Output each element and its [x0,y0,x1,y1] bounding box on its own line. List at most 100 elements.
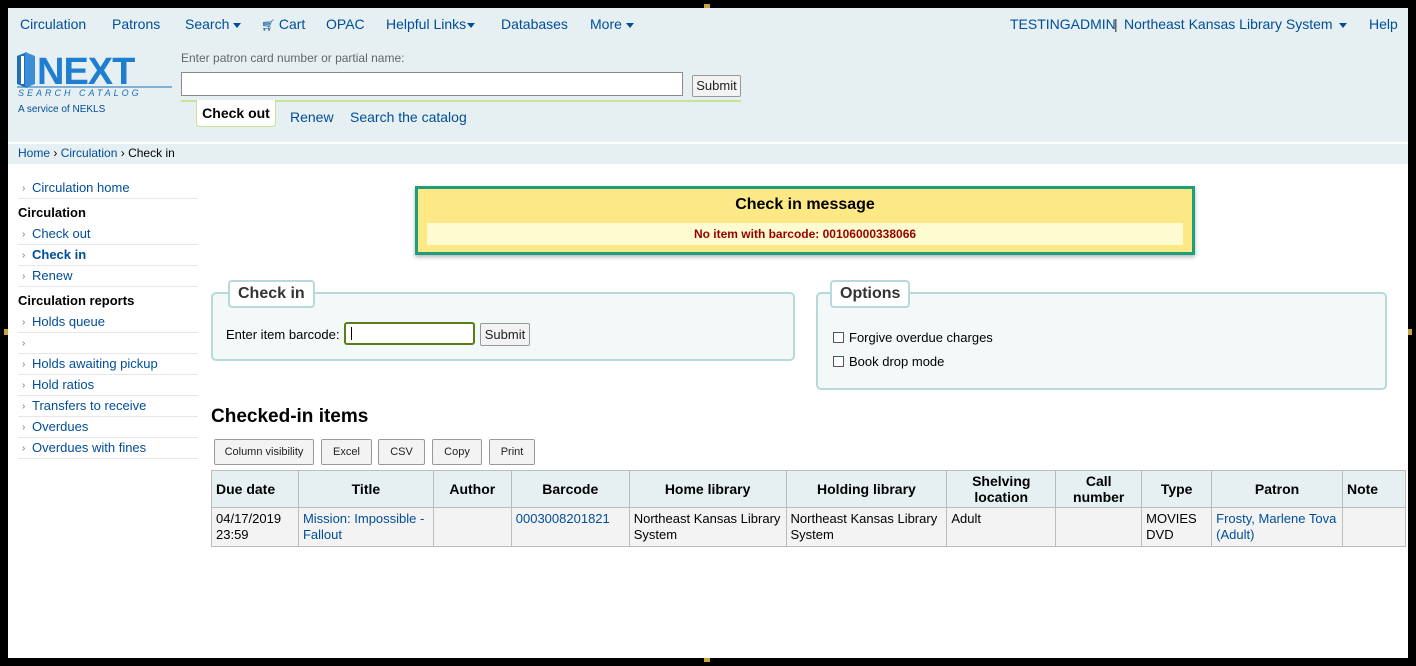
sidebar-item-holds-awaiting-pickup[interactable]: › Holds awaiting pickup [18,354,198,375]
breadcrumb-circulation[interactable]: Circulation [61,146,118,160]
chevron-down-icon [233,22,242,28]
nav-helpful-links-label: Helpful Links [386,16,467,32]
book-drop-checkbox[interactable] [833,356,844,367]
column-header-type[interactable]: Type [1141,470,1213,508]
chevron-right-icon: › [22,401,26,412]
column-header-holding-library[interactable]: Holding library [785,470,948,508]
sidebar-item-holds-queue[interactable]: › Holds queue [18,312,198,333]
tab-check-out[interactable]: Check out [196,100,276,127]
barcode-submit-button[interactable]: Submit [480,323,530,346]
column-header-shelving-location[interactable]: Shelving location [946,470,1057,508]
barcode-input[interactable] [344,322,475,345]
logo-subtitle: A service of NEKLS [18,104,106,115]
check-in-message-title: Check in message [735,196,875,213]
forgive-overdue-checkbox[interactable] [833,332,844,343]
column-header-home-library[interactable]: Home library [628,470,787,508]
column-header-patron[interactable]: Patron [1211,470,1343,508]
sidebar-item-check-out[interactable]: › Check out [18,224,198,245]
cell-author [432,507,512,547]
sidebar-item-transfers-to-receive[interactable]: › Transfers to receive [18,396,198,417]
nav-helpful-links[interactable]: Helpful Links [386,16,476,32]
frame-handle-right [1408,329,1412,335]
sidebar-item-label[interactable]: Check in [32,247,86,262]
column-header-title[interactable]: Title [297,470,434,508]
nav-search-label: Search [185,16,230,32]
logo-tagline: SEARCH CATALOG [18,88,142,98]
barcode-link[interactable]: 0003008201821 [516,511,610,526]
logged-in-user[interactable]: TESTINGADMIN [1010,16,1116,32]
chevron-down-icon [467,22,476,28]
library-selector[interactable]: Northeast Kansas Library System [1124,16,1347,32]
cell-call-number [1055,507,1143,547]
nav-separator: | [1114,16,1118,32]
sidebar-item-check-in[interactable]: › Check in [18,245,198,266]
sidebar-item-label[interactable]: Hold ratios [32,377,94,392]
sidebar-item-label[interactable]: Overdues with fines [32,440,146,455]
tab-renew[interactable]: Renew [290,109,334,125]
help-link[interactable]: Help [1369,16,1398,32]
csv-button[interactable]: CSV [378,439,425,465]
top-navigation: Circulation Patrons Search 🛒︎ Cart OPAC … [8,8,1408,40]
cell-holding-library: Northeast Kansas Library System [785,507,948,547]
cell-patron: Frosty, Marlene Tova (Adult) [1211,507,1343,547]
sidebar-item-label[interactable]: Overdues [32,419,88,434]
column-header-barcode[interactable]: Barcode [510,470,630,508]
nav-cart-label: Cart [278,16,306,32]
sidebar-heading-circulation: Circulation [18,205,86,220]
nav-search[interactable]: Search [185,16,242,32]
column-visibility-button[interactable]: Column visibility [214,439,314,465]
tab-search-catalog[interactable]: Search the catalog [350,109,467,125]
table-row: 04/17/2019 23:59 Mission: Impossible - F… [211,507,1407,547]
copy-button[interactable]: Copy [432,439,482,465]
breadcrumb-separator: › [120,146,125,160]
book-drop-label: Book drop mode [849,354,945,369]
library-selector-label: Northeast Kansas Library System [1124,16,1333,32]
cell-home-library: Northeast Kansas Library System [628,507,787,547]
chevron-down-icon [1338,22,1347,28]
barcode-label: Enter item barcode: [226,327,340,342]
nav-more[interactable]: More [590,16,634,32]
sidebar-item-label[interactable]: Transfers to receive [32,398,146,413]
patron-link[interactable]: Frosty, Marlene Tova (Adult) [1216,511,1336,542]
options-legend: Options [830,280,911,308]
column-header-call-number[interactable]: Call number [1055,470,1143,508]
column-header-note[interactable]: Note [1341,470,1407,508]
breadcrumb-separator: › [53,146,58,160]
sidebar-item-blank[interactable]: › [18,333,198,354]
sidebar-item-hold-ratios[interactable]: › Hold ratios [18,375,198,396]
sidebar-item-label[interactable]: Renew [32,268,72,283]
sidebar-item-label[interactable]: Circulation home [32,180,130,195]
column-header-author[interactable]: Author [432,470,512,508]
sidebar-item-overdues-with-fines[interactable]: › Overdues with fines [18,438,198,459]
nav-cart[interactable]: 🛒︎ Cart [261,16,305,32]
sidebar-item-label[interactable]: Holds awaiting pickup [32,356,158,371]
chevron-right-icon: › [22,443,26,454]
patron-submit-button[interactable]: Submit [692,75,741,97]
chevron-right-icon: › [22,250,26,261]
next-logo[interactable]: NEXT SEARCH CATALOG [17,48,172,98]
chevron-right-icon: › [22,422,26,433]
nav-patrons[interactable]: Patrons [112,16,160,32]
chevron-right-icon: › [22,380,26,391]
sidebar-item-circulation-home[interactable]: › Circulation home [18,178,198,199]
nav-more-label: More [590,16,622,32]
sidebar-item-renew[interactable]: › Renew [18,266,198,287]
sidebar-item-label[interactable]: Holds queue [32,314,105,329]
nav-circulation[interactable]: Circulation [20,16,86,32]
sidebar-item-overdues[interactable]: › Overdues [18,417,198,438]
nav-databases[interactable]: Databases [501,16,568,32]
excel-button[interactable]: Excel [321,439,372,465]
column-header-due-date[interactable]: Due date [211,470,299,508]
nav-opac[interactable]: OPAC [326,16,365,32]
breadcrumb: Home › Circulation › Check in [8,144,1408,164]
app-window: Circulation Patrons Search 🛒︎ Cart OPAC … [8,8,1408,658]
print-button[interactable]: Print [489,439,535,465]
check-in-fieldset: Check in Enter item barcode: Submit [211,280,795,361]
chevron-right-icon: › [22,271,26,282]
title-link[interactable]: Mission: Impossible - Fallout [303,511,424,542]
breadcrumb-home[interactable]: Home [18,146,50,160]
cell-title: Mission: Impossible - Fallout [297,507,434,547]
sidebar-item-label[interactable]: Check out [32,226,91,241]
next-logo-graphic: NEXT SEARCH CATALOG [17,51,172,98]
patron-search-input[interactable] [181,72,683,96]
